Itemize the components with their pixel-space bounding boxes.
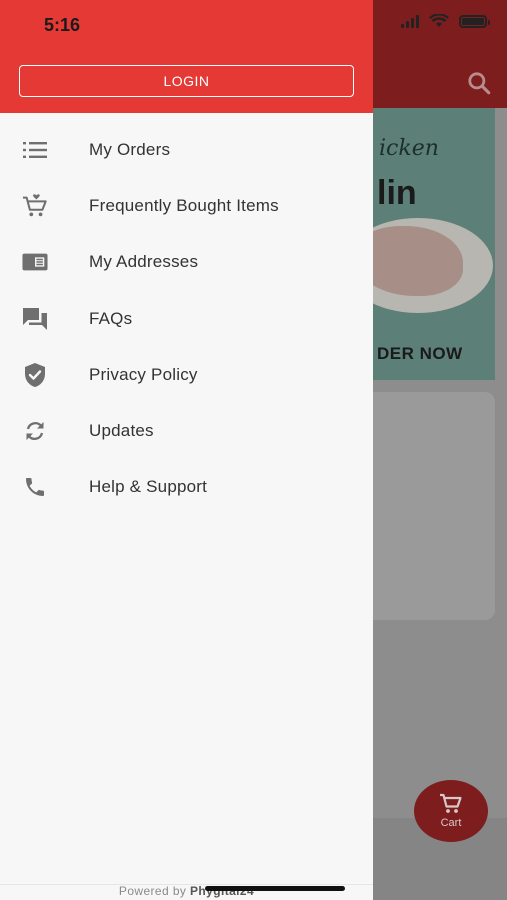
menu-label: Updates [89, 421, 154, 441]
menu-label: Privacy Policy [89, 364, 198, 384]
menu-item-privacy-policy[interactable]: Privacy Policy [0, 347, 373, 403]
cart-icon [440, 793, 462, 813]
battery-icon [459, 14, 490, 28]
menu-item-my-orders[interactable]: My Orders [0, 122, 373, 178]
menu-item-help-support[interactable]: Help & Support [0, 459, 373, 515]
cart-heart-icon [22, 193, 48, 219]
content-card [373, 392, 495, 620]
home-indicator[interactable] [205, 886, 345, 891]
menu-item-my-addresses[interactable]: My Addresses [0, 234, 373, 290]
menu-label: FAQs [89, 308, 133, 328]
banner-cta: DER NOW [377, 344, 463, 363]
shield-check-icon [22, 362, 48, 388]
menu-item-updates[interactable]: Updates [0, 403, 373, 459]
menu-item-frequently-bought[interactable]: Frequently Bought Items [0, 178, 373, 234]
drawer-menu: My Orders Frequently Bought Items My Add… [0, 122, 373, 515]
sync-icon [22, 418, 48, 444]
menu-label: My Addresses [89, 252, 199, 272]
menu-label: Frequently Bought Items [89, 196, 279, 216]
chat-bubbles-icon [22, 306, 48, 332]
phone-icon [22, 474, 48, 500]
navigation-drawer: 5:16 LOGIN My Orders Frequently Bought I… [0, 0, 373, 900]
menu-item-faqs[interactable]: FAQs [0, 291, 373, 347]
menu-label: My Orders [89, 140, 171, 160]
menu-label: Help & Support [89, 477, 208, 497]
address-card-icon [22, 249, 48, 275]
banner-headline: lin [377, 174, 417, 212]
powered-by-label: Powered by [118, 884, 191, 898]
login-button[interactable]: LOGIN [19, 65, 354, 97]
status-time: 5:16 [44, 15, 81, 35]
cart-button[interactable]: Cart [414, 780, 488, 842]
promo-banner[interactable]: icken lin DER NOW [373, 108, 495, 380]
banner-script-text: icken [379, 136, 439, 161]
drawer-header: 5:16 LOGIN [0, 0, 373, 113]
status-icons [401, 14, 490, 28]
cellular-signal-icon [401, 14, 419, 28]
cart-label: Cart [440, 817, 462, 829]
wifi-icon [429, 14, 449, 27]
search-icon[interactable] [466, 70, 492, 96]
list-icon [22, 137, 48, 163]
